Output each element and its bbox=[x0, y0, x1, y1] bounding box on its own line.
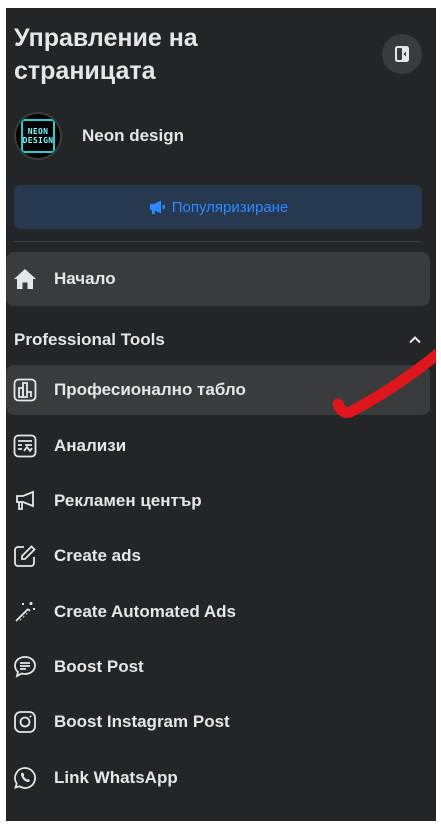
promote-label: Популяризиране bbox=[171, 198, 289, 216]
sidebar-item-label: Link WhatsApp bbox=[54, 768, 178, 787]
sidebar-item-label: Начало bbox=[54, 269, 116, 288]
megaphone-icon bbox=[149, 200, 165, 214]
professional-tools-header[interactable]: Professional Tools bbox=[14, 320, 422, 360]
sidebar-item-boost-instagram-post[interactable]: Boost Instagram Post bbox=[6, 697, 430, 747]
chevron-up-icon bbox=[409, 336, 421, 344]
page-title: Управление на страницата bbox=[14, 24, 198, 85]
section-title: Professional Tools bbox=[14, 330, 165, 349]
divider bbox=[14, 241, 422, 242]
sidebar-item-home[interactable]: Начало bbox=[6, 252, 430, 306]
sidebar-item-label: Професионално табло bbox=[54, 380, 246, 399]
collapse-icon bbox=[395, 46, 409, 62]
magic-wand-icon bbox=[12, 599, 38, 625]
sidebar-item-create-ads[interactable]: Create ads bbox=[6, 531, 430, 581]
sidebar-item-ads-center[interactable]: Рекламен център bbox=[6, 476, 430, 526]
sidebar-item-insights[interactable]: Анализи bbox=[6, 421, 430, 471]
sidebar-item-label: Create Automated Ads bbox=[54, 602, 236, 621]
chat-icon bbox=[12, 654, 38, 680]
promote-button[interactable]: Популяризиране bbox=[14, 185, 422, 229]
insights-icon bbox=[12, 433, 38, 459]
sidebar-item-label: Boost Post bbox=[54, 657, 144, 676]
whatsapp-icon bbox=[12, 765, 38, 791]
megaphone-icon bbox=[12, 488, 38, 514]
page-management-sidebar: Управление на страницата NEON DESIGN Neo… bbox=[6, 8, 436, 821]
sidebar-item-label: Рекламен център bbox=[54, 491, 202, 510]
sidebar-item-label: Create ads bbox=[54, 546, 141, 565]
sidebar-item-label: Boost Instagram Post bbox=[54, 712, 230, 731]
sidebar-item-label: Анализи bbox=[54, 436, 127, 455]
sidebar-item-professional-dashboard[interactable]: Професионално табло bbox=[6, 365, 430, 415]
sidebar-item-create-automated-ads[interactable]: Create Automated Ads bbox=[6, 587, 430, 637]
sidebar-item-link-whatsapp[interactable]: Link WhatsApp bbox=[6, 753, 430, 803]
sidebar-item-boost-post[interactable]: Boost Post bbox=[6, 642, 430, 692]
page-name: Neon design bbox=[82, 126, 185, 145]
page-profile[interactable]: NEON DESIGN Neon design bbox=[14, 110, 428, 162]
avatar: NEON DESIGN bbox=[14, 112, 62, 160]
home-icon bbox=[12, 266, 38, 292]
collapse-sidebar-button[interactable] bbox=[382, 34, 422, 74]
instagram-icon bbox=[12, 709, 38, 735]
dashboard-icon bbox=[12, 377, 38, 403]
neon-design-logo: NEON DESIGN bbox=[21, 119, 55, 153]
edit-icon bbox=[12, 543, 38, 569]
sidebar-header: Управление на страницата bbox=[12, 18, 428, 98]
